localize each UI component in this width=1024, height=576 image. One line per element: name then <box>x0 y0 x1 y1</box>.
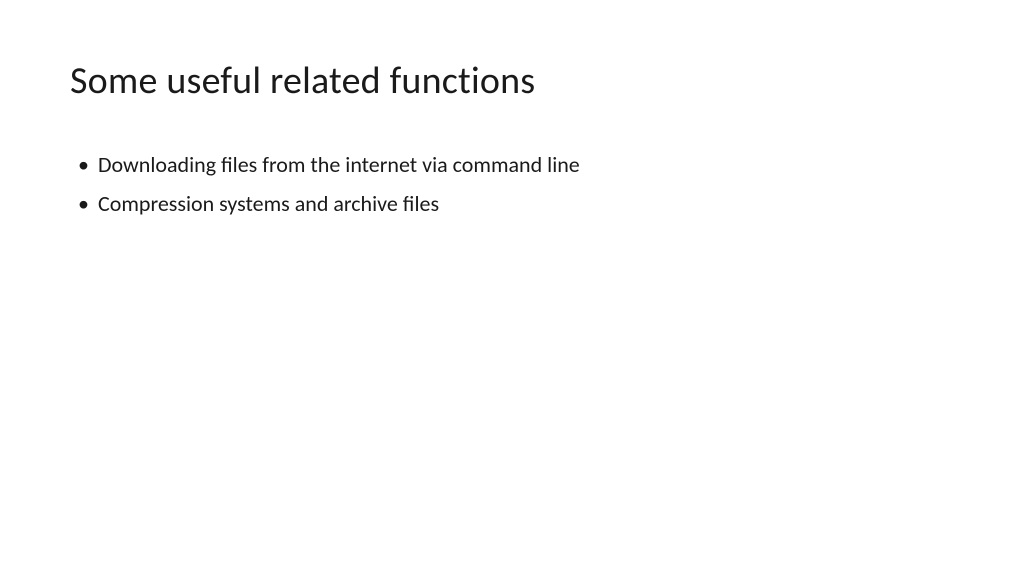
list-item: Downloading files from the internet via … <box>78 148 954 181</box>
bullet-list: Downloading files from the internet via … <box>70 148 954 220</box>
list-item: Compression systems and archive files <box>78 187 954 220</box>
slide: Some useful related functions Downloadin… <box>0 0 1024 576</box>
slide-title: Some useful related functions <box>70 58 954 104</box>
